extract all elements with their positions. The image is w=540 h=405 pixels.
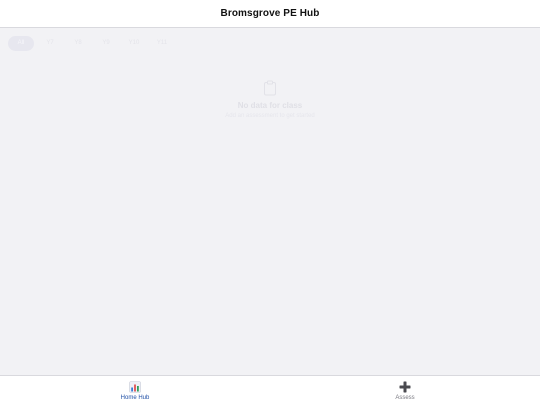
tab-y7[interactable]: Y7 <box>38 36 62 51</box>
nav-item-assess[interactable]: Assess <box>270 376 540 405</box>
tab-y8[interactable]: Y8 <box>66 36 90 51</box>
tab-y9[interactable]: Y9 <box>94 36 118 51</box>
empty-state: No data for class Add an assessment to g… <box>0 80 540 119</box>
bar-chart-icon <box>129 380 141 393</box>
app-root: Bromsgrove PE Hub All Y7 Y8 Y9 Y10 Y11 N… <box>0 0 540 405</box>
nav-item-home-hub[interactable]: Home Hub <box>0 376 270 405</box>
nav-label-home-hub: Home Hub <box>120 394 150 401</box>
empty-state-title: No data for class <box>237 101 303 110</box>
page-title: Bromsgrove PE Hub <box>220 8 320 19</box>
tab-y10[interactable]: Y10 <box>122 36 146 51</box>
class-filter-tabs: All Y7 Y8 Y9 Y10 Y11 <box>8 36 174 51</box>
tab-y11[interactable]: Y11 <box>150 36 174 51</box>
empty-state-subtitle: Add an assessment to get started <box>225 113 315 119</box>
clipboard-icon <box>264 80 276 96</box>
app-header: Bromsgrove PE Hub <box>0 0 540 28</box>
nav-label-assess: Assess <box>395 394 415 401</box>
plus-icon <box>399 381 411 392</box>
bottom-nav: Home Hub Assess <box>0 375 540 405</box>
tab-all[interactable]: All <box>8 36 34 51</box>
